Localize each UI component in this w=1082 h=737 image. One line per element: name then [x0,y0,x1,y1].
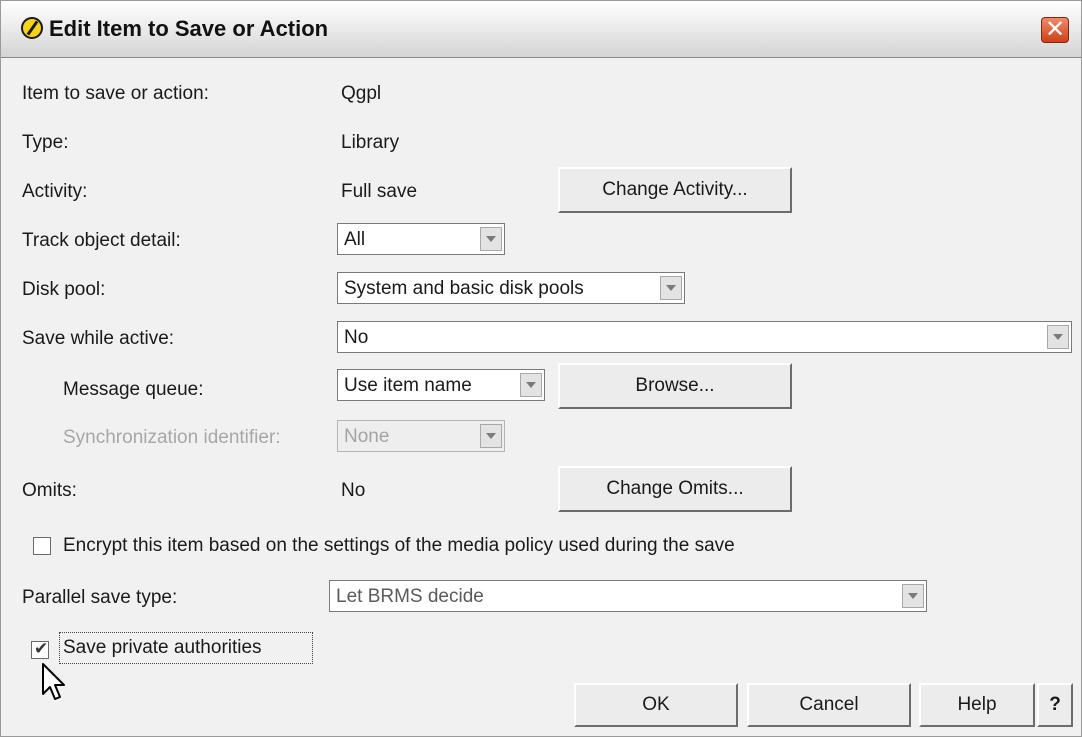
encrypt-checkbox[interactable] [33,537,51,555]
edit-item-dialog: Edit Item to Save or Action ✕ Item to sa… [0,0,1082,737]
save-while-active-value: No [344,327,369,348]
item-value: Qgpl [341,83,382,104]
parallel-save-type-select[interactable]: Let BRMS decide [329,580,927,612]
activity-label: Activity: [22,181,88,202]
disk-pool-value: System and basic disk pools [344,278,584,299]
chevron-down-icon[interactable] [1047,325,1069,349]
chevron-down-icon[interactable] [902,584,924,608]
track-object-detail-select[interactable]: All [337,223,505,255]
message-queue-label: Message queue: [63,379,204,400]
ok-button[interactable]: OK [574,683,738,727]
cancel-button[interactable]: Cancel [747,683,911,727]
item-label: Item to save or action: [22,83,209,104]
change-activity-button[interactable]: Change Activity... [558,167,792,213]
checkmark-icon: ✔ [34,639,49,659]
chevron-down-icon[interactable] [660,276,682,300]
synchronization-identifier-value: None [344,426,390,447]
whats-this-button[interactable]: ? [1037,683,1073,727]
change-omits-button[interactable]: Change Omits... [558,466,792,512]
chevron-down-icon[interactable] [480,227,502,251]
chevron-down-icon[interactable] [520,373,542,397]
chevron-down-icon [480,424,502,448]
synchronization-identifier-label: Synchronization identifier: [63,427,281,448]
track-object-detail-value: All [344,229,366,250]
omits-label: Omits: [22,480,77,501]
message-queue-value: Use item name [344,375,472,396]
parallel-save-type-value: Let BRMS decide [336,586,484,607]
parallel-save-type-label: Parallel save type: [22,587,178,608]
activity-value: Full save [341,181,418,202]
mouse-pointer-icon [42,663,65,700]
save-while-active-select[interactable]: No [337,321,1072,353]
close-button[interactable]: ✕ [1041,17,1069,43]
track-object-detail-label: Track object detail: [22,230,181,251]
synchronization-identifier-select: None [337,420,505,452]
save-private-authorities-checkbox[interactable]: ✔ [31,639,49,659]
save-private-authorities-label[interactable]: Save private authorities [63,637,262,659]
omits-value: No [341,480,366,501]
type-value: Library [341,132,400,153]
message-queue-select[interactable]: Use item name [337,369,545,401]
dialog-title: Edit Item to Save or Action [49,16,329,41]
save-while-active-label: Save while active: [22,328,175,349]
browse-button[interactable]: Browse... [558,363,792,409]
disk-pool-select[interactable]: System and basic disk pools [337,272,685,304]
disk-pool-label: Disk pool: [22,279,106,300]
edit-item-icon [21,17,43,39]
encrypt-label[interactable]: Encrypt this item based on the settings … [63,535,735,557]
title-bar: Edit Item to Save or Action ✕ [1,1,1081,58]
help-button[interactable]: Help [919,683,1035,727]
type-label: Type: [22,132,69,153]
